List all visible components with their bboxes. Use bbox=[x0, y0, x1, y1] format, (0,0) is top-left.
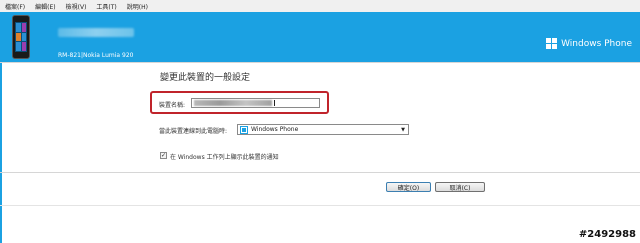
windows-phone-logo-text: Windows Phone bbox=[561, 38, 632, 49]
menu-help[interactable]: 說明(H) bbox=[122, 2, 153, 11]
page-title: 變更此裝置的一般設定 bbox=[160, 73, 251, 83]
sync-label: 當此裝置連線到此電腦時: bbox=[159, 128, 228, 135]
phone-image-icon bbox=[12, 15, 30, 59]
menu-bar: 檔案(F) 編輯(E) 檢視(V) 工具(T) 說明(H) bbox=[0, 0, 640, 12]
device-name-label: 裝置名稱: bbox=[159, 102, 186, 109]
text-caret bbox=[274, 100, 275, 106]
notify-label: 在 Windows 工作列上顯示此裝置的通知 bbox=[170, 154, 279, 161]
sync-dropdown[interactable]: Windows Phone ▼ bbox=[237, 124, 409, 135]
menu-view[interactable]: 檢視(V) bbox=[61, 2, 92, 11]
footer-divider bbox=[0, 172, 640, 173]
watermark-id: #2492988 bbox=[578, 229, 636, 240]
menu-file[interactable]: 檔案(F) bbox=[0, 2, 30, 11]
cancel-button[interactable]: 取消(C) bbox=[435, 182, 485, 192]
device-header: RM-821|Nokia Lumia 920 Windows Phone bbox=[0, 12, 640, 62]
menu-edit[interactable]: 編輯(E) bbox=[30, 2, 60, 11]
notify-checkbox[interactable]: ✓ bbox=[160, 152, 167, 159]
ok-button[interactable]: 確定(O) bbox=[386, 182, 431, 192]
device-name-value-redacted bbox=[194, 100, 272, 106]
bottom-divider bbox=[0, 205, 640, 206]
device-model: RM-821|Nokia Lumia 920 bbox=[58, 52, 134, 59]
windows-phone-icon bbox=[240, 125, 248, 134]
sync-dropdown-value: Windows Phone bbox=[251, 126, 299, 133]
left-accent-strip bbox=[0, 62, 2, 243]
menu-tools[interactable]: 工具(T) bbox=[91, 2, 121, 11]
checkmark-icon: ✓ bbox=[161, 152, 167, 159]
device-name-redacted bbox=[58, 28, 134, 37]
header-divider bbox=[0, 62, 640, 63]
windows-phone-logo: Windows Phone bbox=[546, 38, 632, 49]
windows-flag-icon bbox=[546, 38, 558, 49]
chevron-down-icon: ▼ bbox=[401, 126, 405, 133]
